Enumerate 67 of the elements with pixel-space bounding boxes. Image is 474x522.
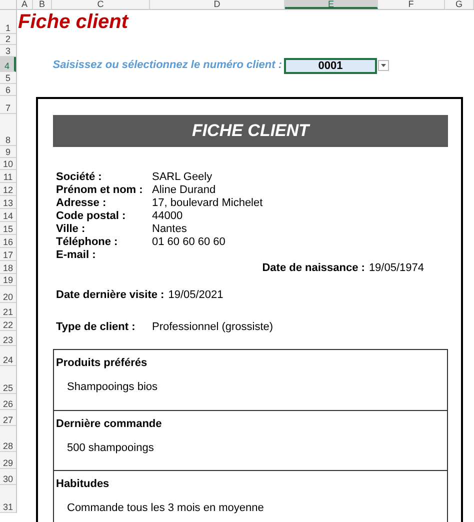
row-header[interactable]: 5 — [0, 72, 16, 84]
field-label: Date dernière visite : — [56, 289, 164, 302]
row-header[interactable]: 10 — [0, 158, 16, 170]
column-header[interactable]: C — [52, 0, 150, 9]
field-value: 01 60 60 60 60 — [152, 236, 226, 249]
field-value: 17, boulevard Michelet — [152, 197, 263, 210]
field-label: Date de naissance : — [262, 262, 365, 275]
field-label: Téléphone : — [56, 236, 119, 249]
row-header[interactable]: 1 — [0, 10, 16, 34]
column-header[interactable]: B — [33, 0, 52, 9]
section-text: Commande tous les 3 mois en moyenne — [66, 501, 265, 516]
section-text: 500 shampooings — [66, 441, 155, 456]
row-header[interactable]: 16 — [0, 235, 16, 248]
column-header[interactable]: G — [445, 0, 474, 9]
field-label: Adresse : — [56, 197, 108, 210]
caret-icon — [381, 64, 386, 67]
row-header[interactable]: 20 — [0, 286, 16, 303]
section-title: Dernière commande — [56, 417, 163, 431]
row-header[interactable]: 28 — [0, 426, 16, 452]
row-header[interactable]: 11 — [0, 170, 16, 183]
field-label: Ville : — [56, 223, 86, 236]
section-text: Shampooings bios — [66, 380, 159, 395]
row-header[interactable]: 8 — [0, 114, 16, 146]
field-label: Prénom et nom : — [56, 184, 144, 197]
field-value: 19/05/1974 — [368, 262, 424, 275]
row-header[interactable]: 17 — [0, 248, 16, 261]
row-header[interactable]: 18 — [0, 261, 16, 274]
client-number-field[interactable]: 0001 — [284, 58, 377, 74]
field-value: Aline Durand — [152, 184, 216, 197]
column-header[interactable]: A — [17, 0, 33, 9]
field-value: Nantes — [152, 223, 187, 236]
row-header[interactable]: 25 — [0, 366, 16, 394]
field-value: 44000 — [152, 210, 183, 223]
row-header[interactable]: 23 — [0, 331, 16, 346]
row-header[interactable]: 6 — [0, 84, 16, 96]
field-value: SARL Geely — [152, 171, 212, 184]
sheet-title: Fiche client — [17, 11, 130, 34]
field-label: E-mail : — [56, 249, 97, 262]
row-header[interactable]: 15 — [0, 222, 16, 235]
row-header[interactable]: 7 — [0, 96, 16, 114]
row-header[interactable]: 9 — [0, 146, 16, 158]
column-header[interactable]: F — [378, 0, 445, 9]
row-header[interactable]: 21 — [0, 303, 16, 318]
row-header[interactable]: 2 — [0, 34, 16, 45]
row-header[interactable]: 4 — [0, 57, 16, 72]
field-label: Société : — [56, 171, 103, 184]
dropdown-button[interactable] — [378, 60, 389, 71]
row-header[interactable]: 19 — [0, 274, 16, 286]
row-header[interactable]: 27 — [0, 410, 16, 426]
row-header[interactable]: 13 — [0, 196, 16, 209]
row-header[interactable]: 29 — [0, 452, 16, 469]
section-title: Produits préférés — [56, 356, 148, 370]
field-label: Type de client : — [56, 321, 136, 334]
row-header[interactable]: 31 — [0, 485, 16, 513]
row-header[interactable]: 24 — [0, 346, 16, 366]
card-header: FICHE CLIENT — [53, 115, 448, 147]
section-title: Habitudes — [56, 477, 110, 491]
row-header[interactable]: 26 — [0, 394, 16, 410]
column-header[interactable]: E — [285, 0, 378, 9]
row-header[interactable]: 22 — [0, 318, 16, 331]
row-header[interactable]: 12 — [0, 183, 16, 196]
row-header[interactable]: 14 — [0, 209, 16, 222]
prompt-label: Saisissez ou sélectionnez le numéro client : — [52, 58, 283, 74]
field-label: Code postal : — [56, 210, 127, 223]
row-header[interactable]: 30 — [0, 469, 16, 485]
field-value: 19/05/2021 — [168, 289, 224, 302]
field-value: Professionnel (grossiste) — [152, 321, 274, 334]
